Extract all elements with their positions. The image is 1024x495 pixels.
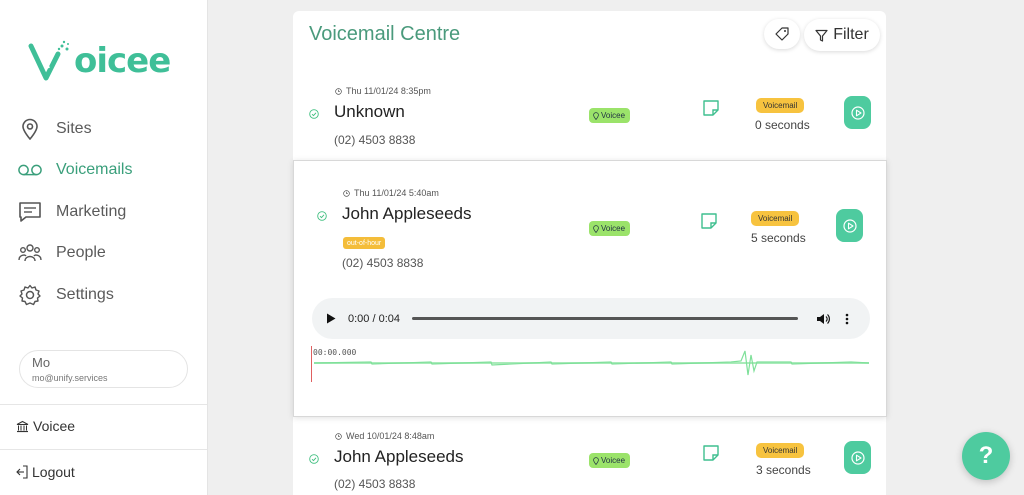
play-icon [850, 450, 865, 465]
page-title: Voicemail Centre [309, 23, 461, 45]
site-label: Voicee [601, 224, 626, 233]
caller-phone: (02) 4503 8838 [342, 256, 424, 270]
audio-time: 0:00 / 0:04 [348, 312, 400, 325]
sidebar: oicee Sites Voicemails Marketing People [0, 0, 208, 495]
timestamp-text: Thu 11/01/24 8:35pm [346, 86, 431, 96]
caller-phone: (02) 4503 8838 [334, 133, 416, 147]
logout-icon [16, 465, 28, 479]
map-pin-icon [593, 224, 599, 233]
org-label: Voicee [33, 418, 76, 434]
voicemail-duration: 5 seconds [751, 231, 806, 245]
logout-label: Logout [32, 464, 75, 480]
caller-name: Unknown [334, 102, 405, 121]
sidebar-item-voicemails[interactable]: Voicemails [18, 150, 132, 192]
waveform[interactable] [311, 346, 869, 386]
volume-icon[interactable] [816, 313, 830, 325]
sidebar-item-label: Voicemails [56, 161, 133, 179]
play-button[interactable] [844, 441, 871, 474]
out-of-hour-tag: out-of-hour [343, 237, 386, 249]
timestamp-text: Thu 11/01/24 5:40am [354, 188, 439, 198]
voicemail-row[interactable]: Thu 11/01/24 8:35pm Unknown (02) 4503 88… [293, 71, 886, 159]
message-icon [18, 200, 42, 224]
more-options-icon[interactable] [845, 313, 849, 325]
people-icon [18, 241, 42, 265]
map-pin-icon [593, 111, 599, 120]
sidebar-item-label: Settings [56, 285, 114, 303]
voicemail-timestamp: Thu 11/01/24 5:40am [343, 188, 439, 198]
site-pill: Voicee [589, 453, 631, 468]
logo-v-icon [28, 40, 69, 81]
map-pin-icon [593, 456, 599, 465]
map-pin-icon [18, 117, 42, 141]
sidebar-item-marketing[interactable]: Marketing [18, 191, 132, 233]
play-button[interactable] [844, 96, 871, 129]
timestamp-text: Wed 10/01/24 8:48am [346, 431, 435, 441]
caller-name: John Appleseeds [334, 447, 464, 466]
sidebar-item-label: Marketing [56, 202, 127, 220]
filter-button[interactable]: Filter [804, 19, 880, 51]
site-pill: Voicee [589, 221, 631, 236]
user-name: Mo [32, 355, 51, 370]
site-label: Voicee [601, 456, 626, 465]
voicemail-timestamp: Thu 11/01/24 8:35pm [335, 86, 431, 96]
user-email: mo@unify.services [32, 373, 108, 383]
voicemail-row-expanded[interactable]: Thu 11/01/24 5:40am John Appleseeds out-… [293, 160, 887, 417]
sidebar-divider [0, 449, 207, 450]
sidebar-item-settings[interactable]: Settings [18, 274, 132, 316]
gear-icon [18, 283, 42, 307]
sidebar-nav: Sites Voicemails Marketing People Settin… [18, 108, 132, 316]
play-icon [850, 105, 865, 120]
user-card[interactable]: Mo mo@unify.services [19, 350, 188, 388]
voicemail-type-badge: Voicemail [756, 98, 805, 113]
voicemail-type-badge: Voicemail [751, 211, 800, 226]
caller-phone: (02) 4503 8838 [334, 477, 416, 491]
org-link[interactable]: Voicee [16, 418, 75, 434]
note-icon[interactable] [702, 99, 720, 117]
site-label: Voicee [601, 111, 626, 120]
logo-text: oicee [74, 41, 171, 81]
voicemail-timestamp: Wed 10/01/24 8:48am [335, 431, 434, 441]
voicee-logo[interactable]: oicee [28, 38, 171, 84]
tag-icon [775, 27, 789, 41]
sidebar-item-label: Sites [56, 119, 92, 137]
audio-seek-bar[interactable] [412, 317, 798, 320]
voicemail-duration: 0 seconds [755, 118, 810, 132]
help-button[interactable]: ? [962, 432, 1010, 480]
waveform-time: 00:00.000 [313, 348, 357, 357]
voicemail-duration: 3 seconds [756, 463, 811, 477]
site-pill: Voicee [589, 108, 631, 123]
sidebar-item-people[interactable]: People [18, 233, 132, 275]
caller-name: John Appleseeds [342, 204, 472, 223]
check-circle-icon [317, 211, 327, 221]
play-button[interactable] [836, 209, 863, 242]
filter-icon [815, 29, 828, 42]
audio-player[interactable]: 0:00 / 0:04 [312, 298, 870, 339]
clock-icon [335, 432, 342, 440]
play-icon[interactable] [326, 313, 336, 324]
clock-icon [335, 87, 342, 95]
bank-icon [16, 420, 29, 432]
clock-icon [343, 189, 350, 197]
play-icon [842, 218, 857, 233]
sidebar-item-sites[interactable]: Sites [18, 108, 132, 150]
note-icon[interactable] [700, 212, 718, 230]
logout-link[interactable]: Logout [16, 464, 75, 480]
voicemail-icon [18, 158, 42, 182]
tag-filter-button[interactable] [764, 19, 800, 49]
check-circle-icon [309, 454, 319, 464]
filter-label: Filter [833, 26, 869, 43]
check-circle-icon [309, 109, 319, 119]
sidebar-divider [0, 404, 207, 405]
sidebar-item-label: People [56, 244, 106, 262]
voicemail-type-badge: Voicemail [756, 443, 805, 458]
voicemail-row[interactable]: Wed 10/01/24 8:48am John Appleseeds (02)… [293, 418, 886, 495]
note-icon[interactable] [702, 444, 720, 462]
